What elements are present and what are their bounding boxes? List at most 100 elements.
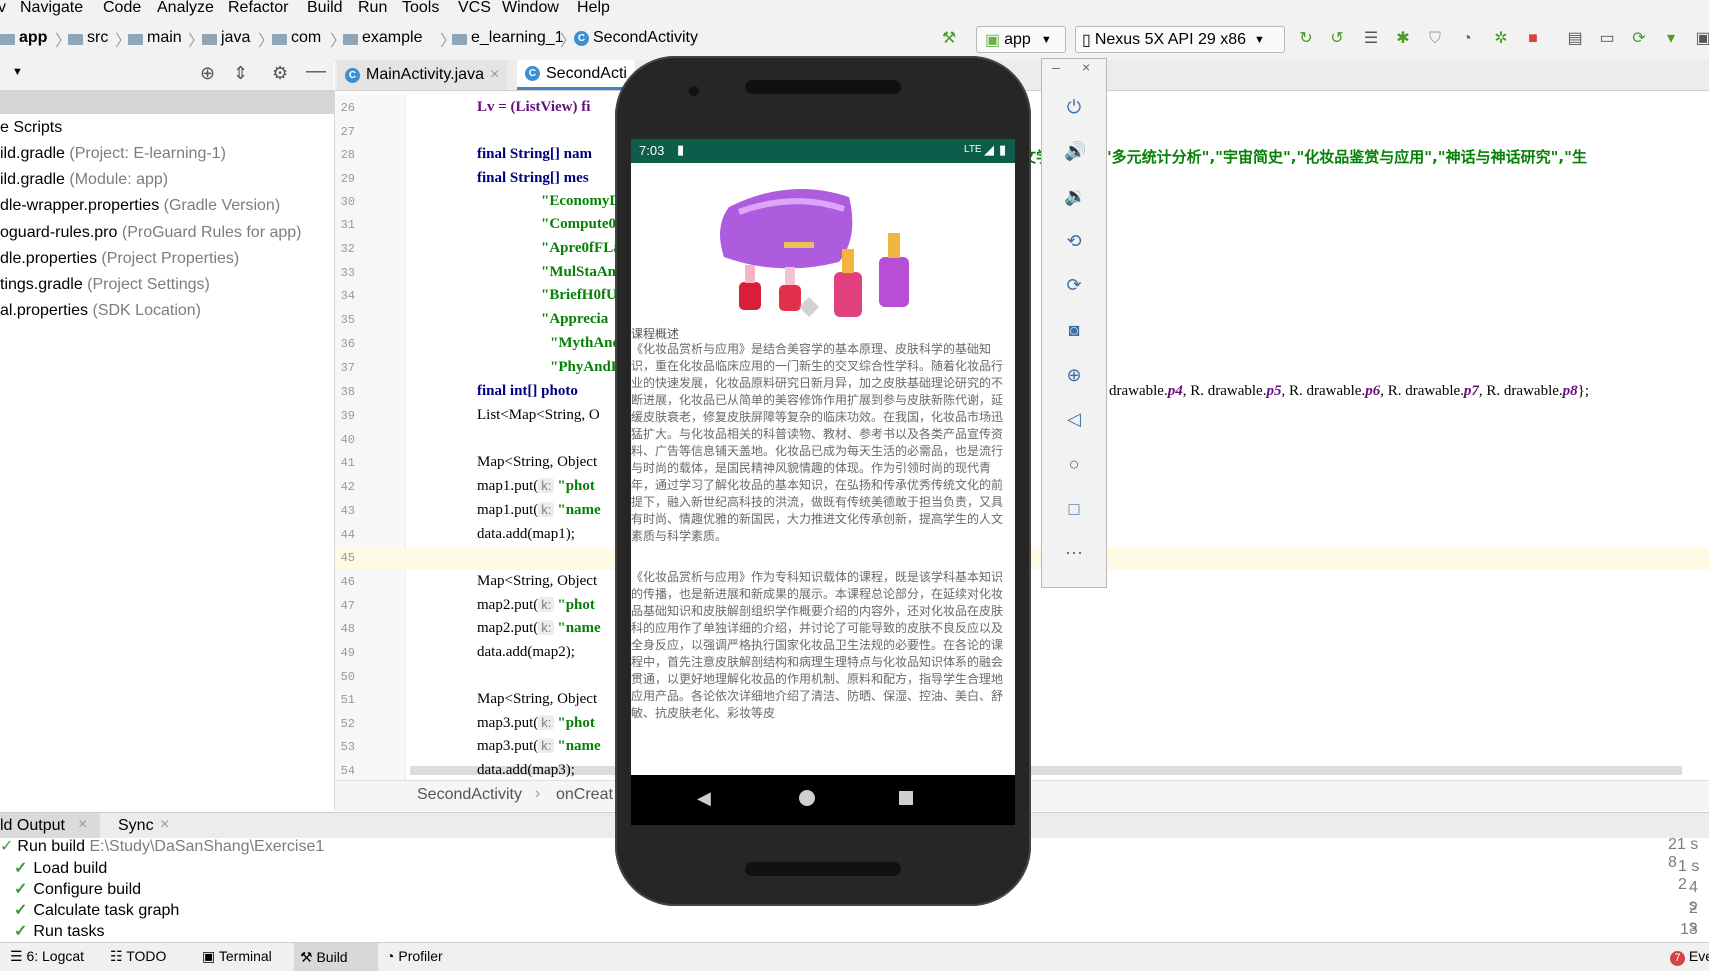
profile-icon[interactable]: ◔	[1458, 30, 1476, 48]
folder-icon	[272, 33, 287, 45]
android-icon: ▣	[985, 31, 1001, 49]
chevron-down-icon[interactable]: ▼	[12, 66, 23, 78]
tool-profiler[interactable]: ◔ Profiler	[386, 948, 443, 964]
folder-icon	[452, 33, 467, 45]
breadcrumb-src[interactable]: src	[68, 29, 108, 47]
rotate-left-icon[interactable]: ⟲	[1064, 231, 1084, 251]
breadcrumb-label: java	[221, 29, 251, 46]
home-icon[interactable]	[799, 790, 815, 806]
stop-icon[interactable]: ■	[1524, 30, 1542, 48]
course-overview-paragraph: 《化妆品赏析与应用》作为专科知识载体的课程，既是该学科基本知识的传播，也是新进展…	[631, 570, 1004, 720]
breadcrumb-main[interactable]: main	[128, 29, 182, 47]
home-icon[interactable]: ○	[1064, 454, 1084, 474]
tool-terminal[interactable]: ▣ Terminal	[202, 948, 272, 965]
camera-icon[interactable]: ◙	[1064, 320, 1084, 340]
menu-refactor[interactable]: Refactor	[228, 0, 288, 17]
back-icon[interactable]: ◁	[1064, 409, 1084, 429]
close-icon[interactable]: ×	[1082, 59, 1090, 75]
emulator-screen[interactable]: 7:03 ▮ LTE ◢ ▮ 课程概述 《化妆品赏析与应用》是结合美容学的基本原…	[631, 139, 1015, 825]
menu-view[interactable]: v	[0, 0, 6, 17]
coverage-icon[interactable]: ☰	[1362, 30, 1380, 48]
breadcrumb-java[interactable]: java	[202, 29, 250, 47]
check-icon: ✓	[14, 881, 28, 898]
menu-build[interactable]: Build	[307, 0, 343, 17]
gear-icon[interactable]: ⚙	[272, 63, 288, 84]
build-row-run-build[interactable]: ✓ Run build E:\Study\DaSanShang\Exercise1	[0, 836, 324, 856]
minimize-icon[interactable]: –	[1052, 59, 1060, 75]
tab-second-activity[interactable]: C SecondActi	[517, 60, 635, 90]
folder-icon	[343, 33, 358, 45]
tree-item-gradle-wrapper[interactable]: dle-wrapper.properties (Gradle Version)	[0, 197, 280, 215]
tree-item-gradle-scripts[interactable]: e Scripts	[0, 119, 62, 137]
build-row-calculate-task-graph[interactable]: ✓ Calculate task graph	[14, 900, 179, 920]
build-row-label: Run build	[17, 838, 86, 855]
tree-item-gradle-properties[interactable]: dle.properties (Project Properties)	[0, 250, 239, 268]
sdk-manager-icon[interactable]: ▾	[1662, 30, 1680, 48]
debug-icon[interactable]: ✱	[1394, 30, 1412, 48]
tree-item-build-gradle-project[interactable]: ild.gradle (Project: E-learning-1)	[0, 145, 226, 163]
back-icon[interactable]: ◀	[697, 788, 711, 809]
close-icon[interactable]: ×	[490, 66, 499, 84]
tree-item-local-properties[interactable]: al.properties (SDK Location)	[0, 302, 201, 320]
code-line-54: data.add(map3);	[477, 762, 575, 778]
avd-manager-icon[interactable]: ▭	[1598, 30, 1616, 48]
menu-vcs[interactable]: VCS	[458, 0, 491, 17]
breadcrumb-method[interactable]: onCreat	[556, 786, 613, 804]
apply-changes-icon[interactable]: ↻	[1297, 30, 1315, 48]
code-text: , R. drawable.	[1380, 383, 1464, 399]
minimize-icon[interactable]: —	[306, 60, 326, 83]
tree-item-proguard[interactable]: oguard-rules.pro (ProGuard Rules for app…	[0, 224, 302, 242]
tool-logcat[interactable]: ☰ 6: Logcat	[10, 948, 84, 965]
close-icon[interactable]: ×	[160, 816, 169, 834]
sync-gradle-icon[interactable]: ⟳	[1630, 30, 1648, 48]
tool-event-log[interactable]: 7 Eve	[1670, 948, 1709, 966]
volume-up-icon[interactable]: 🔊	[1064, 141, 1086, 161]
device-select[interactable]: ▯ Nexus 5X API 29 x86 ▼	[1075, 26, 1285, 53]
zoom-icon[interactable]: ⊕	[1064, 365, 1084, 385]
debug-attach-icon[interactable]: ✲	[1492, 30, 1510, 48]
apply-code-changes-icon[interactable]: ↺	[1328, 30, 1346, 48]
menu-navigate[interactable]: Navigate	[20, 0, 83, 17]
attach-debugger-icon[interactable]: ⛉	[1426, 30, 1444, 48]
breadcrumb-com[interactable]: com	[272, 29, 321, 47]
run-config-select[interactable]: ▣ app ▼	[976, 26, 1066, 53]
tool-build[interactable]: ⚒ Build	[294, 943, 378, 971]
menu-analyze[interactable]: Analyze	[157, 0, 214, 17]
close-icon[interactable]: ×	[78, 816, 87, 834]
tree-item-hint: (Project Properties)	[101, 250, 240, 267]
menu-tools[interactable]: Tools	[402, 0, 439, 17]
breadcrumb-package[interactable]: e_learning_1	[452, 29, 564, 47]
more-icon[interactable]: ⋯	[1064, 543, 1084, 563]
build-row-run-tasks[interactable]: ✓ Run tasks	[14, 921, 105, 941]
recents-icon[interactable]	[899, 791, 913, 805]
tree-item-settings-gradle[interactable]: tings.gradle (Project Settings)	[0, 276, 210, 294]
horizontal-scrollbar[interactable]	[410, 766, 1682, 775]
code-text: map2.put(	[477, 597, 539, 613]
breadcrumb-app[interactable]: app	[0, 29, 47, 47]
collapse-icon[interactable]: ⇕	[233, 63, 248, 84]
volume-down-icon[interactable]: 🔉	[1064, 186, 1086, 206]
tab-main-activity[interactable]: C MainActivity.java ×	[337, 60, 508, 90]
project-structure-icon[interactable]: ▤	[1566, 30, 1584, 48]
menu-code[interactable]: Code	[103, 0, 141, 17]
locate-icon[interactable]: ⊕	[200, 63, 215, 84]
breadcrumb-class[interactable]: C SecondActivity	[574, 29, 698, 47]
line-number: 44	[340, 528, 355, 542]
tool-todo[interactable]: ☷ TODO	[110, 948, 166, 965]
build-row-configure-build[interactable]: ✓ Configure build	[14, 879, 141, 899]
tree-item-hint: (Project Settings)	[87, 276, 210, 293]
menu-help[interactable]: Help	[577, 0, 610, 17]
rotate-right-icon[interactable]: ⟳	[1064, 275, 1084, 295]
tree-item-build-gradle-module[interactable]: ild.gradle (Module: app)	[0, 171, 168, 189]
layout-inspector-icon[interactable]: ▣	[1694, 30, 1709, 48]
build-row-load-build[interactable]: ✓ Load build	[14, 858, 107, 878]
course-overview-paragraph: 《化妆品赏析与应用》是结合美容学的基本原理、皮肤科学的基础知识，重在化妆品临床应…	[631, 342, 1004, 543]
breadcrumb-example[interactable]: example	[343, 29, 422, 47]
breadcrumb-class[interactable]: SecondActivity	[417, 786, 522, 804]
navigation-bar: app 〉 src 〉 main 〉 java 〉 com 〉 example …	[0, 19, 1709, 61]
hammer-icon[interactable]: ⚒	[940, 30, 958, 48]
menu-run[interactable]: Run	[358, 0, 387, 17]
power-icon[interactable]: ⏻	[1064, 97, 1084, 117]
overview-icon[interactable]: □	[1064, 499, 1084, 519]
menu-window[interactable]: Window	[502, 0, 559, 17]
